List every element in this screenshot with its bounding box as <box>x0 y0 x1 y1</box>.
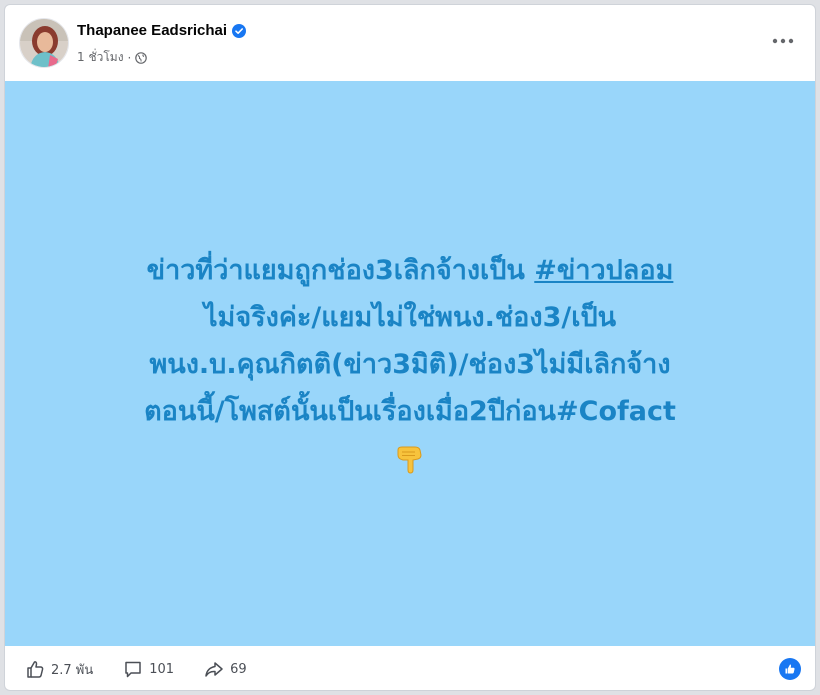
comment-action[interactable]: 101 <box>123 659 174 679</box>
post-text-line-4: ตอนนี้/โพสต์นั้นเป็นเรื่องเมื่อ2ปีก่อน#C… <box>144 395 676 427</box>
comment-bubble-icon <box>125 661 142 678</box>
author-name[interactable]: Thapanee Eadsrichai <box>77 22 227 39</box>
avatar-image <box>20 19 68 67</box>
post-card: Thapanee Eadsrichai 1 ชั่วโมง · ข่าวที่ว… <box>4 4 816 691</box>
comment-count: 101 <box>149 661 175 677</box>
more-dots-icon <box>772 38 794 44</box>
hashtag-link[interactable]: #ข่าวปลอม <box>534 255 673 286</box>
pointing-down-hand-icon <box>397 446 422 474</box>
post-meta: 1 ชั่วโมง · <box>77 48 148 67</box>
share-action[interactable]: 69 <box>204 659 247 679</box>
post-header: Thapanee Eadsrichai 1 ชั่วโมง · <box>5 5 815 81</box>
verified-badge-icon <box>232 23 247 38</box>
share-count: 69 <box>230 661 247 677</box>
meta-separator: · <box>127 50 132 65</box>
post-text-line-3: พนง.บ.คุณกิตติ(ข่าว3มิติ)/ช่อง3ไม่มีเลิก… <box>149 348 671 380</box>
post-time[interactable]: 1 ชั่วโมง <box>77 48 124 67</box>
reaction-like-button[interactable] <box>779 658 801 680</box>
like-reaction-icon <box>785 664 795 674</box>
globe-icon <box>135 51 148 64</box>
post-text-line-1: ข่าวที่ว่าแยมถูกช่อง3เลิกจ้างเป็น <box>146 254 535 286</box>
more-options-button[interactable] <box>769 31 797 51</box>
post-text-line-2: ไม่จริงค่ะ/แยมไม่ใช่พนง.ช่อง3/เป็น <box>203 301 617 333</box>
share-arrow-icon <box>205 662 223 677</box>
like-thumb-icon <box>27 661 44 678</box>
author-name-row: Thapanee Eadsrichai <box>77 22 247 39</box>
avatar[interactable] <box>19 18 69 68</box>
like-count: 2.7 พัน <box>51 662 94 678</box>
post-background: ข่าวที่ว่าแยมถูกช่อง3เลิกจ้างเป็น #ข่าวป… <box>5 81 815 646</box>
like-action[interactable]: 2.7 พัน <box>25 659 93 680</box>
post-footer: 2.7 พัน 101 69 <box>5 646 815 690</box>
post-text-line: ข่าวที่ว่าแยมถูกช่อง3เลิกจ้างเป็น #ข่าวป… <box>40 247 780 294</box>
post-text: ข่าวที่ว่าแยมถูกช่อง3เลิกจ้างเป็น #ข่าวป… <box>40 247 780 435</box>
